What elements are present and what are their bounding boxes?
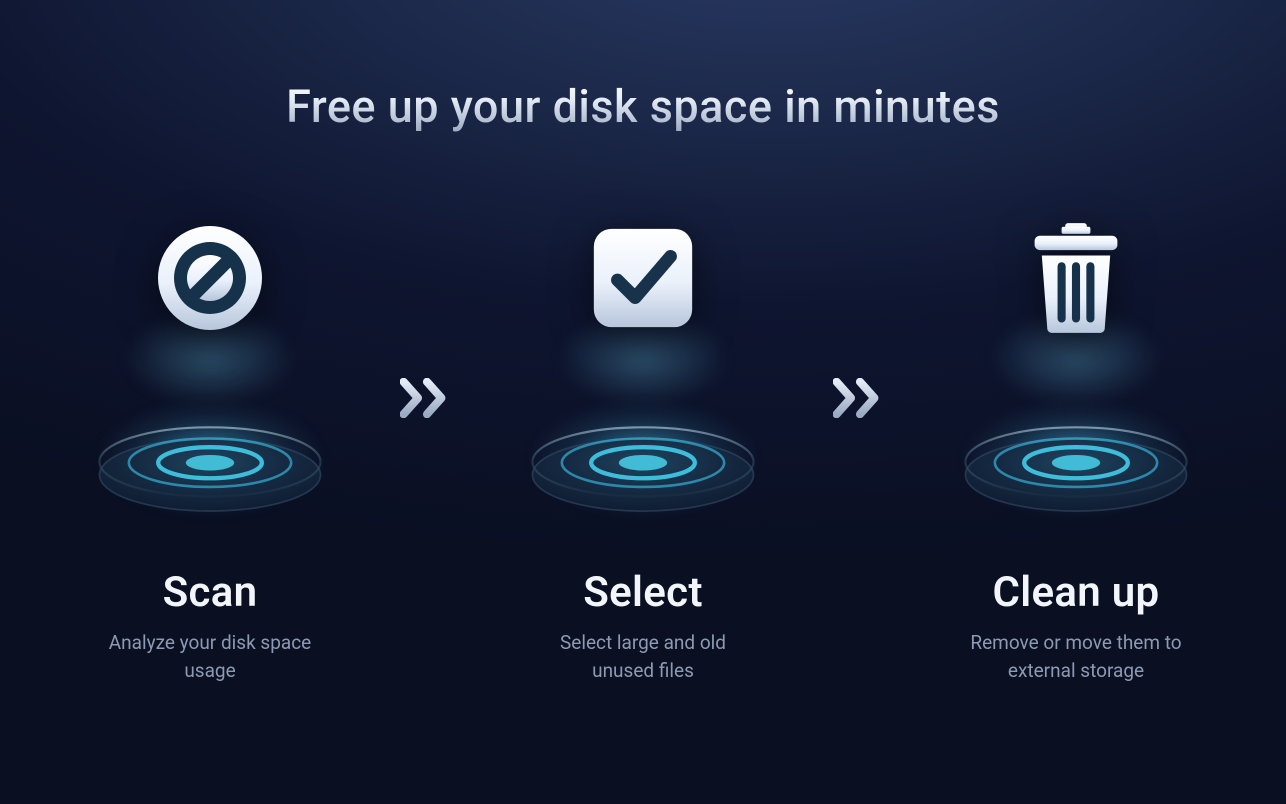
step-illustration (503, 188, 783, 528)
step-description: Analyze your disk space usage (95, 629, 325, 684)
steps-row: Scan Analyze your disk space usage (60, 188, 1226, 684)
step-description: Remove or move them to external storage (961, 629, 1191, 684)
step-cleanup: Clean up Remove or move them to external… (926, 188, 1226, 684)
step-title: Clean up (993, 568, 1160, 617)
hologram-plate (508, 423, 778, 518)
trash-icon (1001, 203, 1151, 353)
step-title: Scan (163, 568, 258, 617)
step-select: Select Select large and old unused files (493, 188, 793, 684)
chevron-right-icon (830, 228, 890, 568)
step-description: Select large and old unused files (528, 629, 758, 684)
hologram-plate (941, 423, 1211, 518)
step-title: Select (583, 568, 703, 617)
hologram-plate (75, 423, 345, 518)
chevron-right-icon (397, 228, 457, 568)
onboarding-steps-screen: Free up your disk space in minutes (0, 0, 1286, 804)
page-title: Free up your disk space in minutes (286, 80, 1000, 133)
step-illustration (70, 188, 350, 528)
checkbox-icon (568, 203, 718, 353)
step-scan: Scan Analyze your disk space usage (60, 188, 360, 684)
step-illustration (936, 188, 1216, 528)
gauge-icon (135, 203, 285, 353)
